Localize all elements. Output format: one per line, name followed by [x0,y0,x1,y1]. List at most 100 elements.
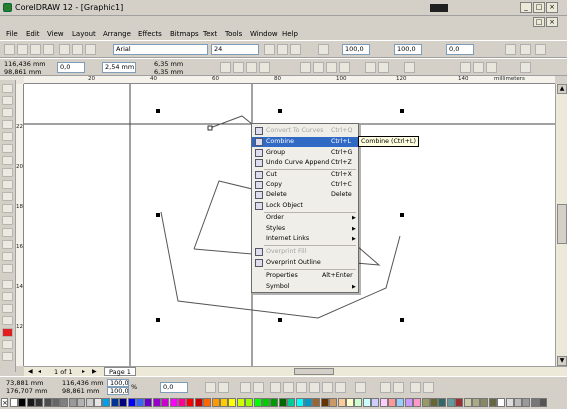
convert-toolbar-icon[interactable] [520,62,531,73]
open-icon[interactable] [17,44,28,55]
selection-handle[interactable] [156,109,160,113]
no-color-swatch-icon[interactable]: × [1,398,8,407]
color-swatch[interactable] [60,398,69,407]
menu-item-internet-links[interactable]: Internet Links ▶ [252,234,358,244]
nudge-field[interactable]: 2,54 mm [102,62,136,73]
color-swatch[interactable] [127,398,136,407]
menu-edit[interactable]: Edit [26,29,40,39]
color-swatch[interactable] [178,398,186,407]
color-swatch[interactable] [136,398,144,407]
align-distribute-icon[interactable] [404,62,415,73]
doc-restore-button[interactable]: □ [533,17,545,27]
color-swatch[interactable] [245,398,254,407]
menu-effects[interactable]: Effects [138,29,162,39]
crop-tool-icon[interactable] [2,108,13,117]
color-swatch[interactable] [161,398,170,407]
simplify-status-icon[interactable] [309,382,320,393]
menu-help[interactable]: Help [282,29,298,39]
color-swatch[interactable] [236,398,245,407]
weld-status-icon[interactable] [270,382,281,393]
trim-status-icon[interactable] [283,382,294,393]
eyedropper-tool-icon[interactable] [2,228,13,237]
color-swatch[interactable] [413,398,422,407]
color-swatch[interactable] [26,398,35,407]
font-size-select[interactable]: 24 [211,44,259,55]
menu-text[interactable]: Text [203,29,217,39]
group-toolbar-icon[interactable] [220,62,231,73]
menu-layout[interactable]: Layout [72,29,96,39]
color-swatch[interactable] [430,398,438,407]
ungroup-icon[interactable] [233,62,244,73]
color-swatch[interactable] [522,398,531,407]
interactive-fill-tool-icon[interactable] [2,264,13,273]
color-swatch[interactable] [421,398,430,407]
scale-y-status-field[interactable]: 100,0 [107,387,129,395]
color-swatch[interactable] [320,398,329,407]
menu-item-styles[interactable]: Styles ▶ [252,224,358,234]
color-swatch[interactable] [472,398,480,407]
freehand-tool-icon[interactable] [2,132,13,141]
color-swatch[interactable] [480,398,489,407]
selection-handle[interactable] [400,213,404,217]
layers-icon[interactable] [2,340,13,349]
color-swatch[interactable] [455,398,464,407]
color-docker-icon[interactable] [2,316,13,325]
fill-tool-icon[interactable] [2,252,13,261]
selection-handle[interactable] [156,213,160,217]
basic-shapes-tool-icon[interactable] [2,192,13,201]
align-status-icon[interactable] [380,382,391,393]
pick-tool-icon[interactable] [2,84,13,93]
cut-toolbar-icon[interactable] [59,44,70,55]
color-swatch[interactable] [270,398,279,407]
color-swatch[interactable] [371,398,380,407]
color-swatch[interactable] [119,398,128,407]
next-page-icon[interactable]: ▸ [82,368,90,376]
color-swatch[interactable] [446,398,455,407]
page-tab[interactable]: Page 1 [104,367,136,376]
distribute-status-icon[interactable] [393,382,404,393]
color-swatch[interactable] [211,398,220,407]
color-swatch[interactable] [329,398,338,407]
close-button[interactable]: × [546,2,558,13]
back-minus-front-status-icon[interactable] [335,382,346,393]
ellipse-tool-icon[interactable] [2,168,13,177]
color-swatch[interactable] [505,398,514,407]
scroll-thumb-vertical[interactable] [557,204,567,244]
zoom-icon[interactable] [520,44,531,55]
color-swatch[interactable] [77,398,86,407]
bold-icon[interactable] [264,44,275,55]
color-swatch[interactable] [337,398,346,407]
color-swatch[interactable] [194,398,203,407]
menu-bitmaps[interactable]: Bitmaps [170,29,199,39]
weld-icon[interactable] [300,62,311,73]
menu-item-overprint-outline[interactable]: Overprint Outline [252,258,358,268]
front-minus-back-status-icon[interactable] [322,382,333,393]
navigator-icon[interactable] [2,280,13,289]
color-swatch[interactable] [354,398,363,407]
color-swatch[interactable] [295,398,304,407]
font-name-select[interactable]: Arial [113,44,208,55]
last-page-icon[interactable]: ▶ [92,368,100,376]
selection-handle[interactable] [156,318,160,322]
color-swatch[interactable] [94,398,102,407]
color-swatch[interactable] [438,398,447,407]
color-swatch[interactable] [497,398,506,407]
color-swatch[interactable] [228,398,237,407]
scroll-thumb-horizontal[interactable] [294,368,334,375]
color-swatch[interactable] [35,398,44,407]
color-swatch[interactable] [110,398,119,407]
scroll-up-arrow-icon[interactable]: ▲ [557,84,567,94]
color-swatch[interactable] [304,398,312,407]
color-swatch[interactable] [220,398,228,407]
vertical-ruler[interactable]: 220 200 180 160 140 120 [16,84,24,366]
menu-item-symbol[interactable]: Symbol ▶ [252,282,358,292]
color-swatch[interactable] [388,398,396,407]
zoom-tool-icon[interactable] [2,120,13,129]
text-tool-icon[interactable] [2,204,13,213]
mirror-icon[interactable] [205,382,216,393]
color-swatch[interactable] [530,398,539,407]
color-swatch[interactable] [43,398,52,407]
color-swatch[interactable] [10,398,18,407]
outline-tool-icon[interactable] [2,240,13,249]
outline-status-icon[interactable] [410,382,421,393]
